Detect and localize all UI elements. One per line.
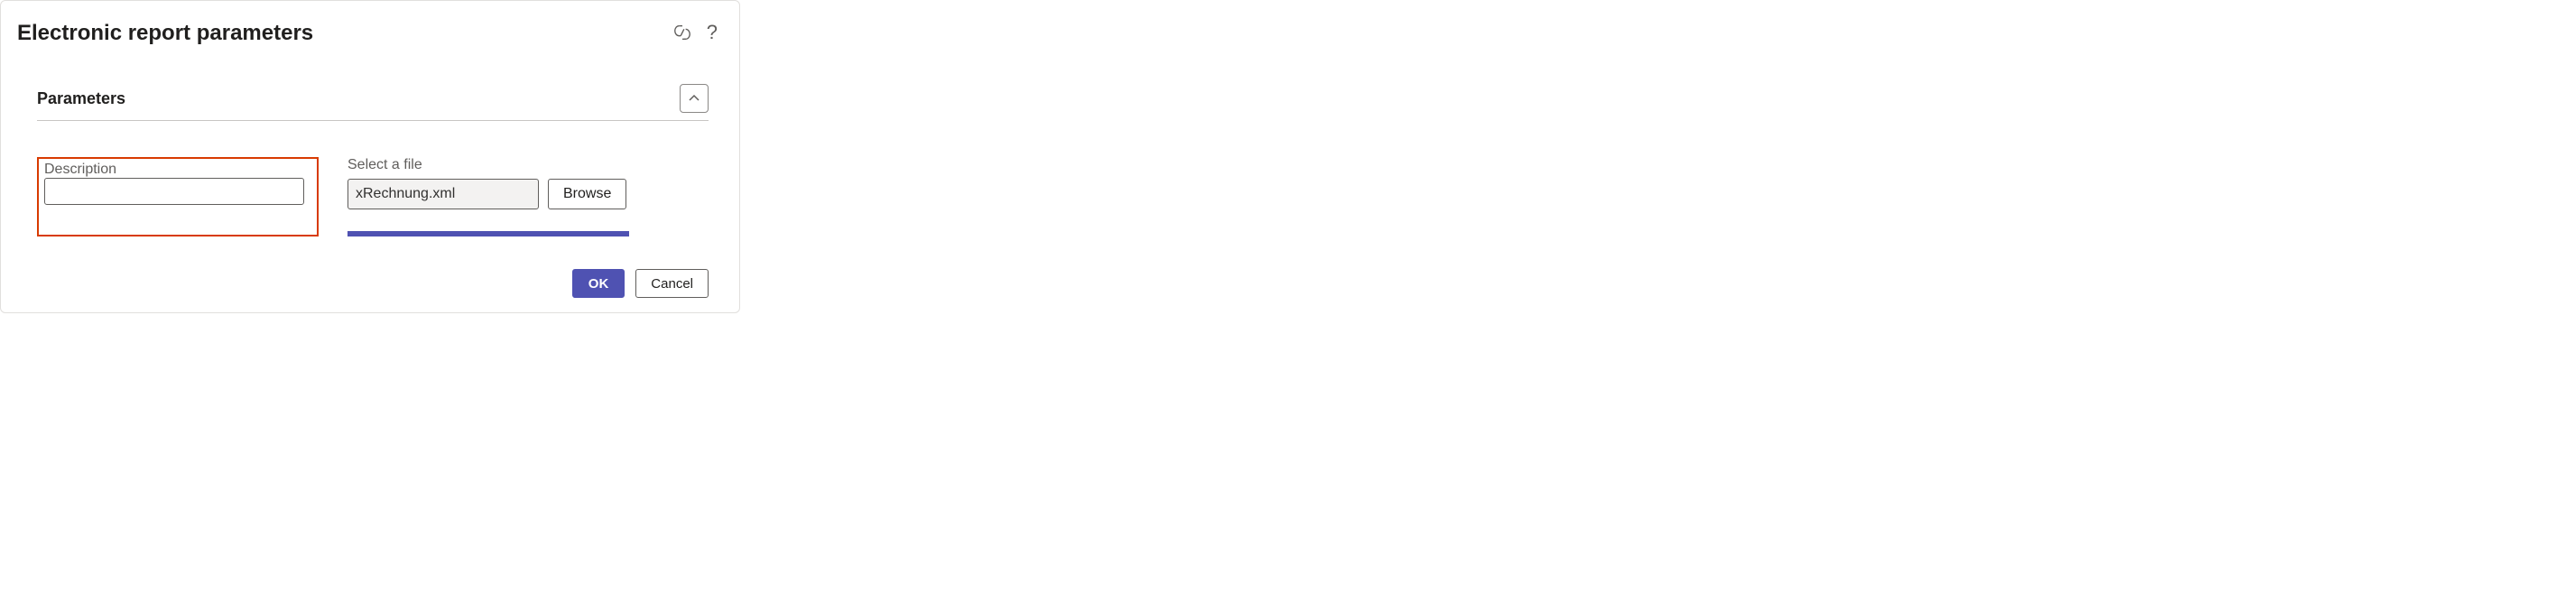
parameters-section: Parameters Description Select a file Bro…	[17, 84, 723, 236]
file-label: Select a file	[347, 157, 629, 173]
copilot-icon[interactable]	[672, 23, 692, 42]
dialog-footer: OK Cancel	[17, 269, 723, 298]
collapse-button[interactable]	[680, 84, 709, 113]
description-input[interactable]	[44, 178, 304, 205]
cancel-button[interactable]: Cancel	[635, 269, 709, 298]
file-input[interactable]	[347, 179, 539, 209]
section-header: Parameters	[37, 84, 709, 121]
fields-row: Description Select a file Browse	[37, 157, 709, 236]
file-field-group: Select a file Browse	[347, 157, 629, 236]
dialog: Electronic report parameters ? Parameter…	[0, 0, 740, 313]
description-field-group: Description	[37, 157, 319, 236]
chevron-up-icon	[688, 92, 700, 105]
description-label: Description	[44, 162, 116, 177]
header-icons: ?	[672, 21, 723, 44]
browse-button[interactable]: Browse	[548, 179, 626, 209]
highlight-bar	[347, 231, 629, 236]
dialog-header: Electronic report parameters ?	[17, 21, 723, 46]
ok-button[interactable]: OK	[572, 269, 625, 298]
file-row: Browse	[347, 179, 629, 209]
section-title: Parameters	[37, 89, 125, 108]
dialog-title: Electronic report parameters	[17, 21, 313, 46]
help-icon[interactable]: ?	[707, 21, 718, 44]
